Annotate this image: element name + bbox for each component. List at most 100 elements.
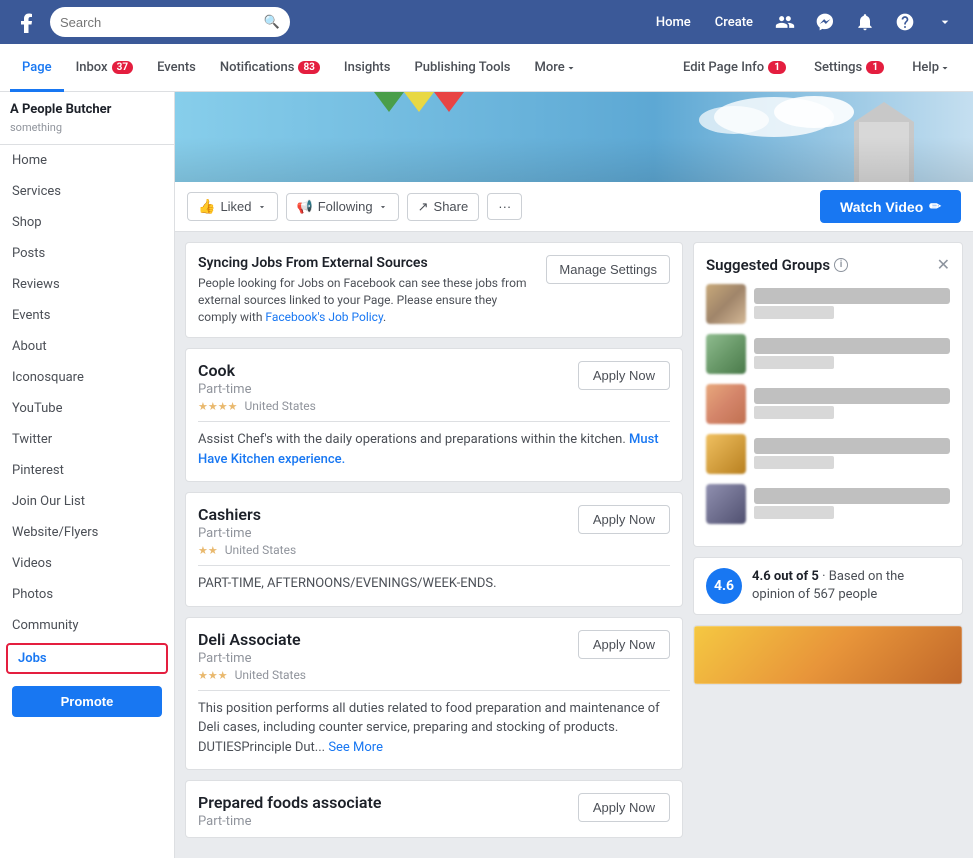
page-sub: something — [10, 121, 164, 134]
nav-page[interactable]: Page — [10, 44, 64, 92]
sidebar-item-iconosquare[interactable]: Iconosquare — [0, 362, 174, 393]
job-type: Part-time — [198, 526, 296, 541]
job-type: Part-time — [198, 382, 316, 397]
nav-inbox[interactable]: Inbox 37 — [64, 44, 146, 92]
jobs-content: Syncing Jobs From External Sources Peopl… — [175, 232, 973, 858]
watch-video-button[interactable]: Watch Video ✏ — [820, 190, 961, 223]
edit-page-info-badge: 1 — [768, 61, 786, 74]
job-info: Prepared foods associate Part-time — [198, 793, 381, 829]
bell-icon[interactable] — [847, 4, 883, 40]
suggested-group-item[interactable] — [706, 334, 950, 374]
nav-edit-page-info[interactable]: Edit Page Info 1 — [671, 44, 798, 92]
sidebar-item-events[interactable]: Events — [0, 300, 174, 331]
cover-image — [175, 92, 973, 182]
group-name — [754, 338, 950, 354]
top-navigation: 🔍 Home Create — [0, 0, 973, 44]
job-type: Part-time — [198, 651, 306, 666]
group-avatar — [706, 284, 746, 324]
sidebar-item-shop[interactable]: Shop — [0, 207, 174, 238]
nav-help[interactable]: Help — [900, 44, 963, 92]
food-image — [694, 626, 962, 684]
close-suggested-groups-button[interactable]: ✕ — [937, 255, 950, 274]
sidebar-item-about[interactable]: About — [0, 331, 174, 362]
sidebar-item-community[interactable]: Community — [0, 610, 174, 641]
group-name — [754, 388, 950, 404]
star-rating: ★★ — [198, 544, 218, 557]
group-name — [754, 488, 950, 504]
job-info: Cashiers Part-time ★★ United States — [198, 505, 296, 557]
job-card-header: Cashiers Part-time ★★ United States Appl… — [186, 493, 682, 565]
see-more-link[interactable]: See More — [328, 740, 383, 755]
sidebar-item-services[interactable]: Services — [0, 176, 174, 207]
notifications-badge: 83 — [298, 61, 319, 74]
job-location: ★★★★ United States — [198, 399, 316, 413]
sidebar-item-reviews[interactable]: Reviews — [0, 269, 174, 300]
sidebar-item-youtube[interactable]: YouTube — [0, 393, 174, 424]
page-nav-right-group: Edit Page Info 1 Settings 1 Help — [671, 44, 963, 92]
job-description-deli: This position performs all duties relate… — [186, 691, 682, 770]
job-location: ★★ United States — [198, 543, 296, 557]
search-bar[interactable]: 🔍 — [50, 7, 290, 37]
sidebar-item-posts[interactable]: Posts — [0, 238, 174, 269]
following-button[interactable]: 📢 Following — [286, 193, 399, 221]
sync-notice-text: Syncing Jobs From External Sources Peopl… — [198, 255, 536, 325]
left-sidebar: A People Butcher something Home Services… — [0, 92, 175, 858]
nav-events[interactable]: Events — [145, 44, 208, 92]
cover-area — [175, 92, 973, 182]
liked-button[interactable]: 👍 Liked — [187, 192, 278, 221]
job-title: Deli Associate — [198, 630, 306, 649]
people-icon[interactable] — [767, 4, 803, 40]
job-info: Cook Part-time ★★★★ United States — [198, 361, 316, 413]
page-navigation: Page Inbox 37 Events Notifications 83 In… — [0, 44, 973, 92]
sidebar-item-jobs[interactable]: Jobs — [6, 643, 168, 674]
thumbs-up-icon: 👍 — [198, 198, 215, 215]
nav-settings[interactable]: Settings 1 — [802, 44, 896, 92]
info-icon[interactable]: i — [834, 258, 848, 272]
settings-badge: 1 — [866, 61, 884, 74]
apply-now-button-cashiers[interactable]: Apply Now — [578, 505, 670, 534]
help-icon[interactable] — [887, 4, 923, 40]
sidebar-item-pinterest[interactable]: Pinterest — [0, 455, 174, 486]
group-info — [754, 488, 950, 520]
sidebar-item-website-flyers[interactable]: Website/Flyers — [0, 517, 174, 548]
messenger-icon[interactable] — [807, 4, 843, 40]
more-button[interactable]: ··· — [487, 193, 522, 220]
suggested-group-item[interactable] — [706, 484, 950, 524]
action-bar: 👍 Liked 📢 Following ↗ Share ··· Watch Vi… — [175, 182, 973, 232]
suggested-group-item[interactable] — [706, 384, 950, 424]
search-input[interactable] — [60, 15, 264, 30]
job-policy-link[interactable]: Facebook's Job Policy — [265, 310, 383, 324]
facebook-logo[interactable] — [10, 5, 44, 39]
apply-now-button-deli[interactable]: Apply Now — [578, 630, 670, 659]
suggested-group-item[interactable] — [706, 434, 950, 474]
chevron-down-icon[interactable] — [927, 4, 963, 40]
job-description-cashiers: PART-TIME, AFTERNOONS/EVENINGS/WEEK-ENDS… — [186, 566, 682, 606]
home-link[interactable]: Home — [646, 9, 701, 36]
pencil-icon: ✏ — [929, 198, 941, 215]
jobs-main: Syncing Jobs From External Sources Peopl… — [185, 242, 683, 848]
nav-publishing-tools[interactable]: Publishing Tools — [402, 44, 522, 92]
sidebar-item-videos[interactable]: Videos — [0, 548, 174, 579]
sidebar-item-photos[interactable]: Photos — [0, 579, 174, 610]
sidebar-item-twitter[interactable]: Twitter — [0, 424, 174, 455]
apply-now-button-prepared[interactable]: Apply Now — [578, 793, 670, 822]
nav-insights[interactable]: Insights — [332, 44, 403, 92]
apply-now-button-cook[interactable]: Apply Now — [578, 361, 670, 390]
nav-notifications[interactable]: Notifications 83 — [208, 44, 332, 92]
sidebar-item-home[interactable]: Home — [0, 145, 174, 176]
manage-settings-button[interactable]: Manage Settings — [546, 255, 670, 284]
suggested-groups-header: Suggested Groups i ✕ — [706, 255, 950, 274]
nav-more[interactable]: More — [523, 44, 589, 92]
promote-button[interactable]: Promote — [12, 686, 162, 717]
group-meta — [754, 506, 834, 519]
group-info — [754, 438, 950, 470]
create-link[interactable]: Create — [705, 9, 763, 36]
job-location: ★★★ United States — [198, 668, 306, 682]
group-info — [754, 288, 950, 320]
star-rating: ★★★★ — [198, 400, 237, 413]
suggested-group-item[interactable] — [706, 284, 950, 324]
group-avatar — [706, 384, 746, 424]
sidebar-item-join-our-list[interactable]: Join Our List — [0, 486, 174, 517]
job-card-deli: Deli Associate Part-time ★★★ United Stat… — [185, 617, 683, 771]
share-button[interactable]: ↗ Share — [407, 193, 480, 221]
